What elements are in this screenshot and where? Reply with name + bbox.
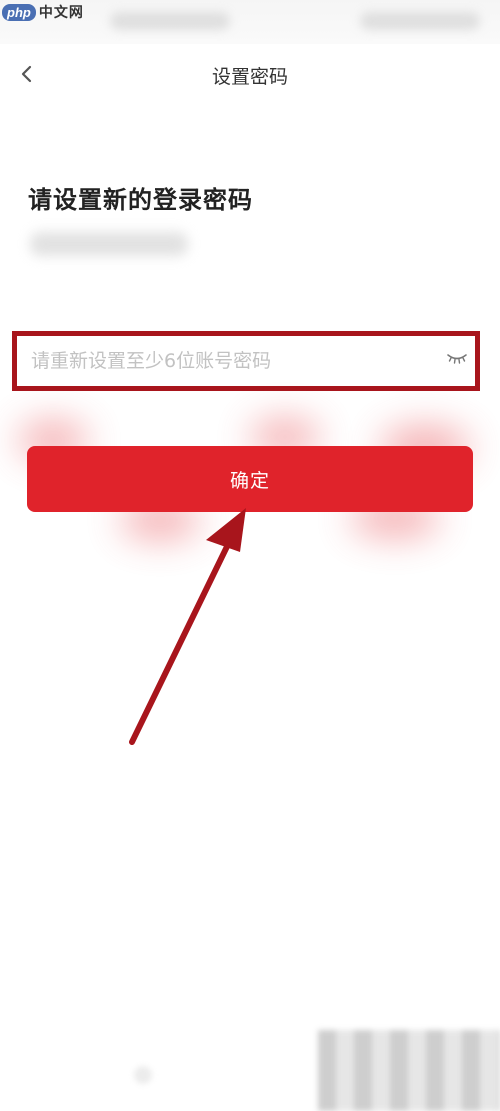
password-visibility-toggle[interactable] (445, 348, 469, 370)
confirm-button[interactable]: 确定 (27, 446, 473, 512)
eye-closed-icon (447, 354, 467, 364)
blurred-home-indicator (134, 1066, 152, 1084)
password-field-highlight (12, 331, 480, 391)
page-title: 设置密码 (211, 66, 288, 88)
blurred-subtitle (30, 232, 188, 256)
nav-header: 设置密码 (0, 48, 500, 100)
status-blur-left (110, 12, 230, 30)
set-password-screen: php 中文网 设置密码 请设置新的登录密码 确定 (0, 0, 500, 1111)
password-input[interactable] (31, 344, 431, 378)
heading: 请设置新的登录密码 (28, 186, 253, 214)
watermark-text: 中文网 (38, 4, 84, 20)
blurred-bottom-region (318, 1030, 500, 1111)
watermark: php 中文网 (2, 2, 84, 22)
watermark-logo: php (2, 3, 36, 21)
status-blur-right (360, 12, 480, 30)
annotation-arrow (129, 508, 246, 745)
